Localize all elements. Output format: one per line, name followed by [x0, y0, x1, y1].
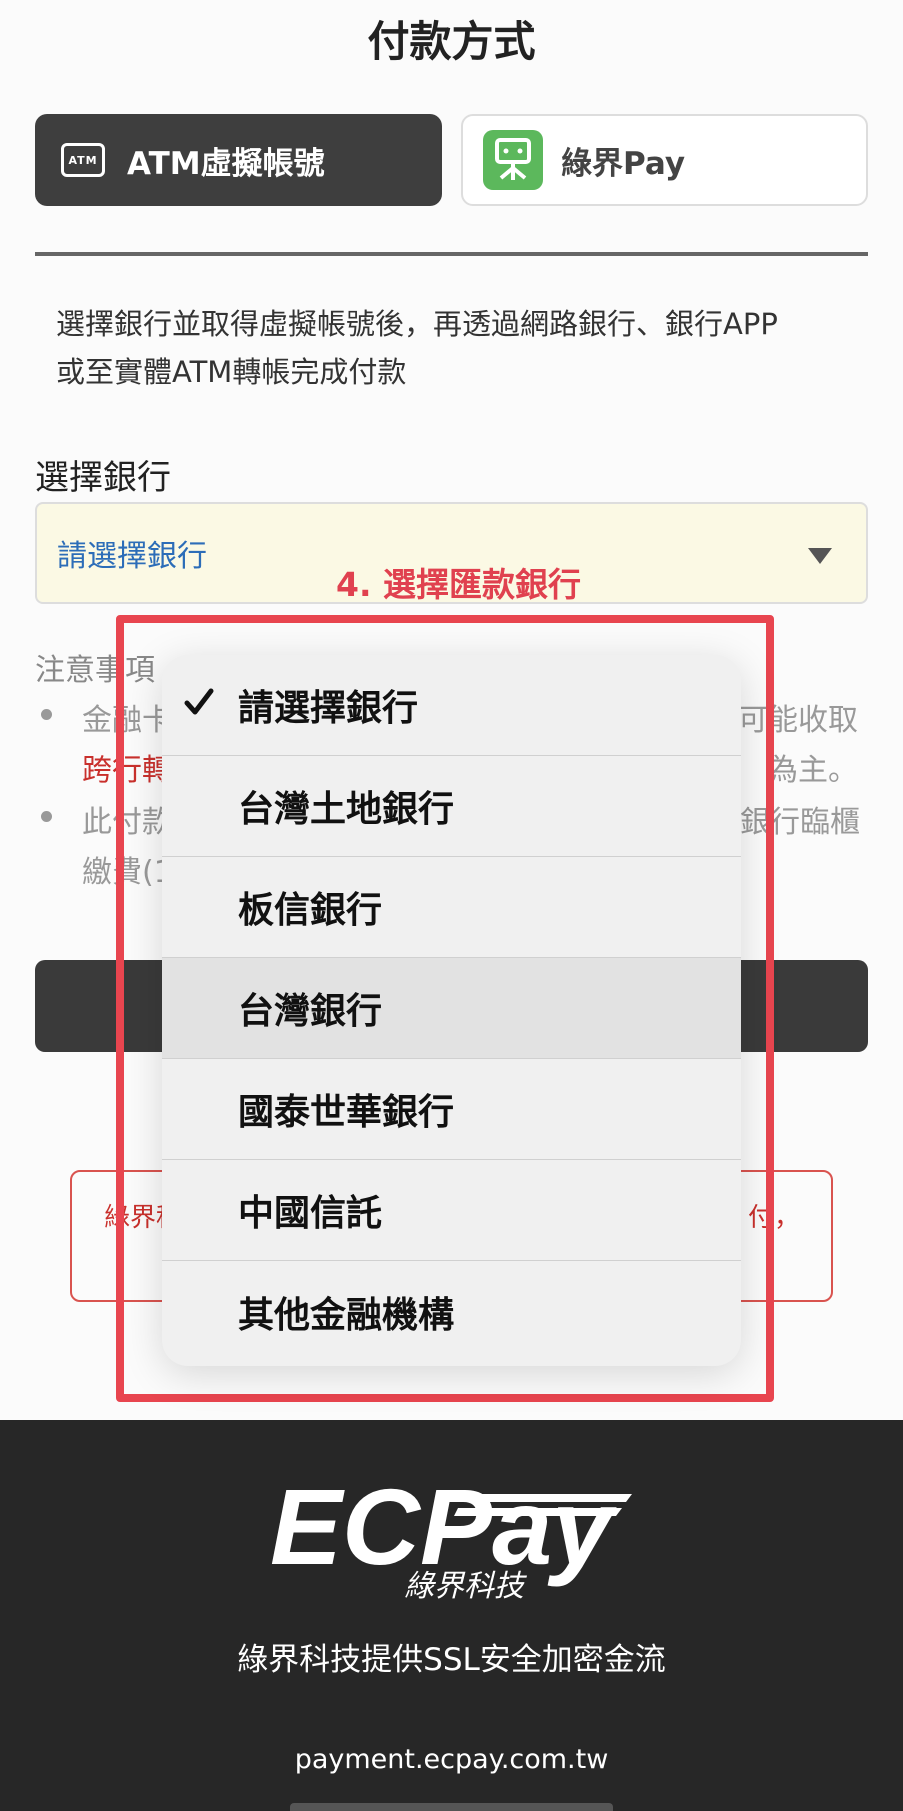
notes-bullet-1 — [41, 709, 52, 720]
picker-option-2[interactable]: 板信銀行 — [162, 857, 741, 958]
picker-option-label: 板信銀行 — [238, 890, 383, 931]
picker-option-0[interactable]: 請選擇銀行 — [162, 655, 741, 756]
footer-ssl-text: 綠界科技提供SSL安全加密金流 — [237, 1642, 666, 1678]
picker-option-6[interactable]: 其他金融機構 — [162, 1261, 741, 1362]
logo-subtitle: 綠界科技 — [404, 1569, 527, 1602]
tab-atm-virtual-account[interactable]: ATM ATM虛擬帳號 — [35, 114, 442, 206]
tab-ecpay-label: 綠界Pay — [561, 145, 686, 182]
picker-option-1[interactable]: 台灣土地銀行 — [162, 756, 741, 857]
picker-option-label: 國泰世華銀行 — [238, 1092, 455, 1133]
bank-picker-menu[interactable]: 請選擇銀行 台灣土地銀行 板信銀行 台灣銀行 國泰世華銀行 中國信託 其他金融機… — [162, 655, 741, 1366]
footer-url[interactable]: payment.ecpay.com.tw — [0, 1744, 903, 1775]
picker-option-label: 中國信託 — [238, 1193, 383, 1234]
home-indicator — [290, 1803, 613, 1811]
atm-card-icon: ATM — [61, 143, 105, 177]
tab-ecpay-pay[interactable]: 綠界Pay — [461, 114, 868, 206]
triangle-down-icon — [808, 548, 832, 564]
picker-option-label: 台灣銀行 — [238, 991, 383, 1032]
bank-select-value: 請選擇銀行 — [57, 539, 207, 574]
page-title: 付款方式 — [367, 17, 536, 66]
payment-description: 選擇銀行並取得虛擬帳號後，再透過網路銀行、銀行APP 或至實體ATM轉帳完成付款 — [56, 300, 871, 396]
notes-bullet-2 — [41, 811, 52, 822]
picker-option-label: 請選擇銀行 — [238, 688, 419, 729]
description-line-1: 選擇銀行並取得虛擬帳號後，再透過網路銀行、銀行APP — [56, 307, 778, 341]
bank-select-label: 選擇銀行 — [35, 458, 171, 498]
tab-divider — [35, 252, 868, 256]
picker-option-3[interactable]: 台灣銀行 — [162, 958, 741, 1059]
picker-option-label: 其他金融機構 — [238, 1294, 455, 1336]
ecpay-logo: ECPay 綠界科技 — [262, 1466, 642, 1606]
ecpay-app-icon — [483, 130, 543, 190]
picker-option-label: 台灣土地銀行 — [238, 789, 455, 830]
notes-line-2-right: 為主。 — [768, 753, 858, 788]
step-annotation: 4. 選擇匯款銀行 — [336, 565, 581, 604]
picker-option-5[interactable]: 中國信託 — [162, 1160, 741, 1261]
description-line-2: 或至實體ATM轉帳完成付款 — [56, 355, 407, 389]
checkmark-icon — [184, 685, 214, 726]
tab-atm-label: ATM虛擬帳號 — [127, 145, 325, 182]
picker-option-4[interactable]: 國泰世華銀行 — [162, 1059, 741, 1160]
